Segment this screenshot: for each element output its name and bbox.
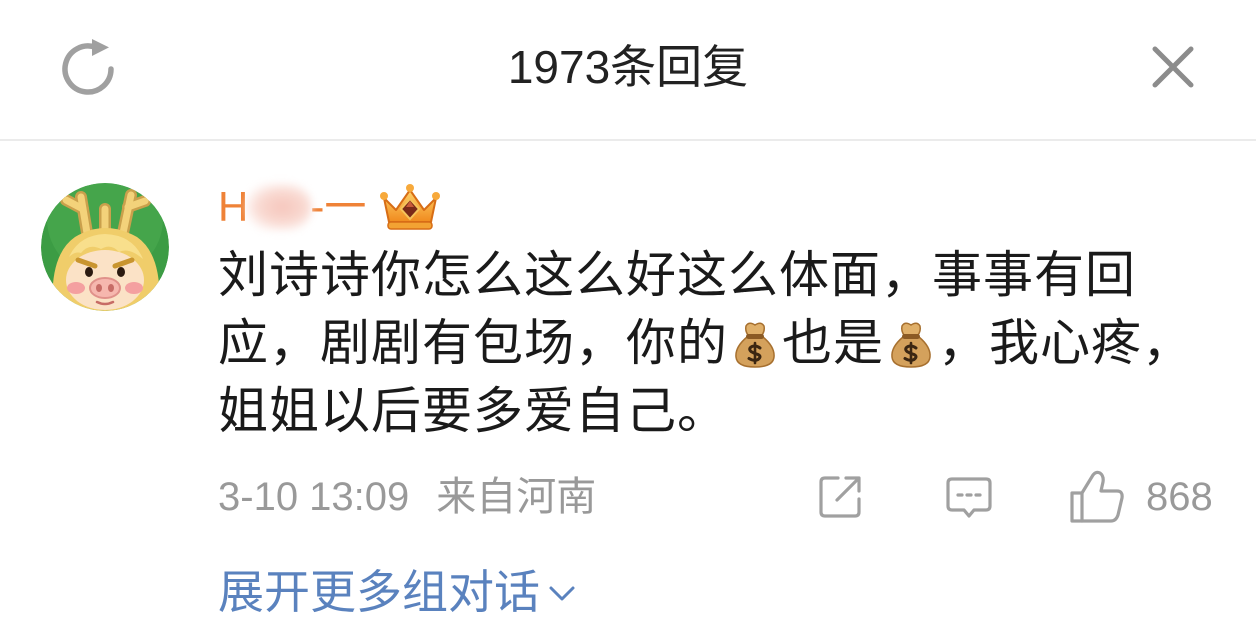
comment-segment: 刘诗诗你怎么这么好这么体面，事事有回 — [218, 247, 1136, 303]
username-start[interactable]: H — [218, 180, 248, 234]
header: 1973条回复 — [0, 0, 1256, 139]
username-link[interactable]: H -一 — [218, 180, 442, 234]
like-button[interactable]: 868 — [1068, 468, 1213, 526]
page-title: 1973条回复 — [507, 41, 749, 93]
comment-segment: 也是 — [782, 315, 884, 371]
like-count[interactable]: 868 — [1146, 468, 1213, 526]
money-bag-icon — [891, 322, 931, 368]
comment-icon[interactable] — [943, 473, 995, 521]
comment-segment: 应，剧剧有包场，你的 — [218, 315, 728, 371]
reply-button[interactable] — [943, 473, 995, 521]
comment-segment: ，我心疼， — [938, 315, 1193, 371]
comment-location: 来自河南 — [436, 475, 597, 519]
avatar[interactable] — [41, 183, 169, 311]
expand-conversation-label[interactable]: 展开更多组对话 — [218, 556, 540, 622]
comment-segment: 姐姐以后要多爱自己。 — [218, 383, 728, 439]
refresh-icon[interactable] — [58, 37, 118, 97]
money-bag-icon — [735, 322, 775, 368]
chevron-down-icon[interactable] — [546, 583, 578, 605]
refresh-button[interactable] — [58, 37, 118, 97]
header-divider — [0, 139, 1256, 141]
vip-crown-icon[interactable] — [378, 182, 442, 232]
forward-button[interactable] — [816, 473, 864, 521]
comment-text: 刘诗诗你怎么这么好这么体面，事事有回 应，剧剧有包场，你的 也是 ，我心疼， 姐… — [218, 241, 1193, 445]
comment-time: 3-10 13:09 — [218, 475, 410, 519]
comment-meta: 3-10 13:09 来自河南 — [218, 474, 596, 520]
comment-line: 刘诗诗你怎么这么好这么体面，事事有回 — [218, 241, 1193, 309]
expand-conversation-link[interactable]: 展开更多组对话 — [218, 562, 578, 618]
cartoon-avatar-icon[interactable] — [41, 183, 169, 311]
money-bag-emoji — [729, 317, 781, 369]
like-icon[interactable] — [1068, 469, 1126, 525]
comment-line: 姐姐以后要多爱自己。 — [218, 377, 1193, 445]
username-blur — [246, 183, 313, 231]
comment-line: 应，剧剧有包场，你的 也是 ，我心疼， — [218, 309, 1193, 377]
username-end[interactable]: -一 — [310, 180, 366, 234]
forward-icon[interactable] — [816, 473, 864, 521]
vip-badge[interactable] — [378, 182, 442, 232]
close-button[interactable] — [1149, 43, 1197, 91]
close-icon[interactable] — [1149, 43, 1197, 91]
money-bag-emoji — [885, 317, 937, 369]
